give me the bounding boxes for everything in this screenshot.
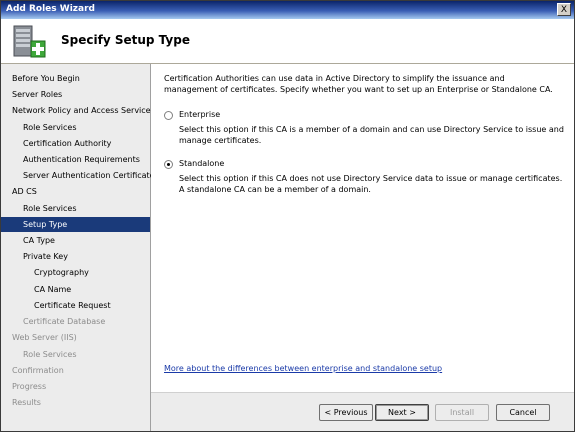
sidebar-item-private-key[interactable]: Private Key (1, 249, 150, 264)
wizard-content: Certification Authorities can use data i… (151, 64, 574, 431)
next-button[interactable]: Next > (375, 404, 429, 421)
sidebar-item-cryptography[interactable]: Cryptography (1, 265, 150, 280)
sidebar-item-authentication-requirements[interactable]: Authentication Requirements (1, 152, 150, 167)
sidebar-item-before-you-begin[interactable]: Before You Begin (1, 71, 150, 86)
standalone-radio[interactable] (164, 160, 173, 169)
radio-selected-dot (167, 163, 170, 166)
page-description: Certification Authorities can use data i… (164, 74, 553, 94)
wizard-header: Specify Setup Type (1, 19, 574, 64)
wizard-button-bar: < Previous Next > Install Cancel (151, 392, 574, 431)
close-button[interactable]: X (557, 3, 571, 16)
sidebar-item-certificate-database: Certificate Database (23, 317, 106, 326)
sidebar-item-server-authentication-certificate[interactable]: Server Authentication Certificate (1, 168, 155, 183)
cancel-button[interactable]: Cancel (496, 404, 550, 421)
wizard-steps-sidebar: Before You Begin Server Roles Network Po… (1, 64, 155, 431)
sidebar-item-progress: Progress (12, 382, 47, 391)
sidebar-item-iis-role-services: Role Services (23, 350, 77, 359)
page-title: Specify Setup Type (61, 33, 190, 47)
sidebar-item-npas-role-services[interactable]: Role Services (1, 120, 150, 135)
sidebar-item-certificate-request[interactable]: Certificate Request (1, 298, 150, 313)
sidebar-item-web-server-iis: Web Server (IIS) (12, 333, 77, 342)
sidebar-item-adcs-role-services[interactable]: Role Services (1, 201, 150, 216)
sidebar-item-setup-type[interactable]: Setup Type (1, 217, 150, 232)
install-button[interactable]: Install (435, 404, 489, 421)
close-icon: X (560, 5, 568, 15)
sidebar-item-ca-name[interactable]: CA Name (1, 282, 150, 297)
window-title: Add Roles Wizard (6, 4, 95, 14)
add-roles-wizard-window: Add Roles Wizard X Specify Setup Type Be… (0, 0, 575, 432)
enterprise-label[interactable]: Enterprise (179, 110, 220, 119)
sidebar-item-ad-cs[interactable]: AD CS (1, 184, 150, 199)
sidebar-item-certification-authority[interactable]: Certification Authority (1, 136, 150, 151)
previous-button[interactable]: < Previous (319, 404, 373, 421)
standalone-description: Select this option if this CA does not u… (179, 174, 563, 194)
help-link[interactable]: More about the differences between enter… (164, 364, 442, 373)
enterprise-radio[interactable] (164, 111, 173, 120)
standalone-label[interactable]: Standalone (179, 159, 224, 168)
sidebar-item-results: Results (12, 398, 41, 407)
server-roles-add-icon (13, 25, 46, 58)
sidebar-item-network-policy[interactable]: Network Policy and Access Services (1, 103, 155, 118)
enterprise-description: Select this option if this CA is a membe… (179, 125, 564, 145)
title-bar[interactable]: Add Roles Wizard X (1, 1, 574, 19)
sidebar-item-server-roles[interactable]: Server Roles (1, 87, 150, 102)
sidebar-item-confirmation: Confirmation (12, 366, 64, 375)
sidebar-item-ca-type[interactable]: CA Type (1, 233, 150, 248)
